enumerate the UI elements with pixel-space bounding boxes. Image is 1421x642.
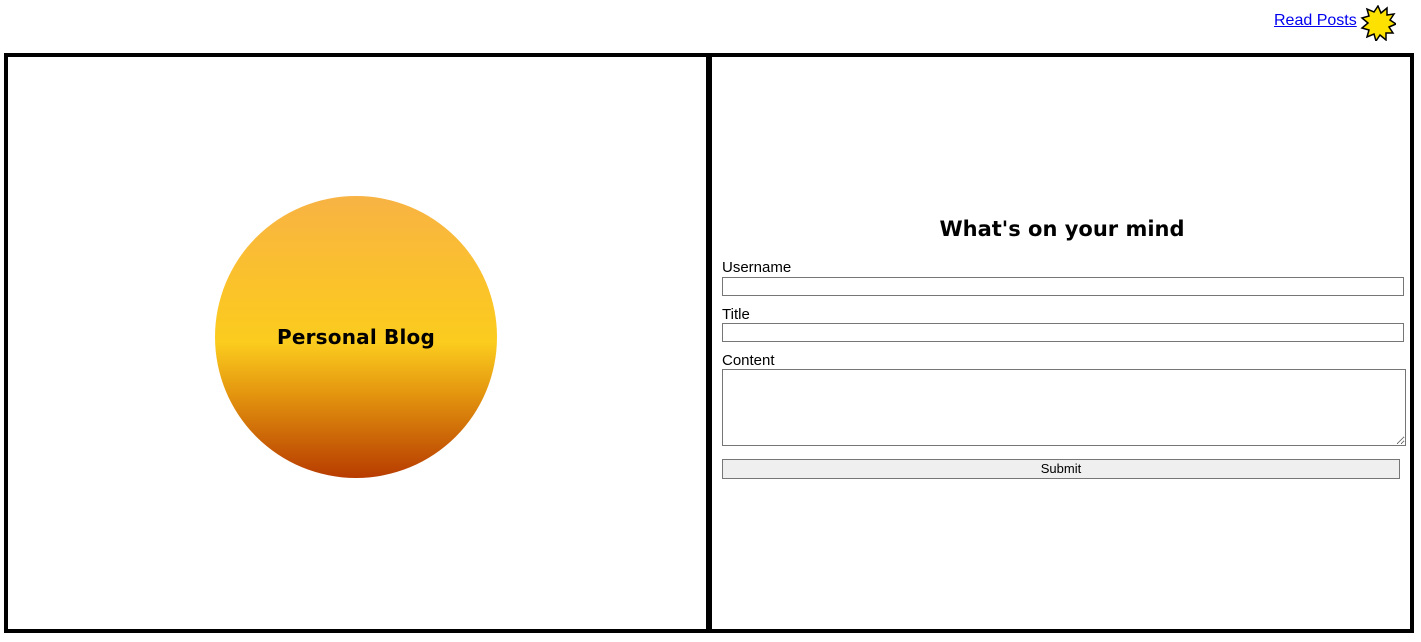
hero-circle: Personal Blog	[215, 196, 497, 478]
post-form-panel: What's on your mind Username Title Conte…	[708, 53, 1414, 633]
sun-icon[interactable]	[1360, 5, 1396, 41]
title-input[interactable]	[722, 323, 1404, 342]
username-input[interactable]	[722, 277, 1404, 296]
blog-title: Personal Blog	[276, 325, 436, 349]
username-label: Username	[722, 259, 792, 276]
submit-button[interactable]: Submit	[722, 459, 1400, 479]
hero-panel: Personal Blog	[4, 53, 710, 633]
content-label: Content	[722, 352, 775, 369]
read-posts-link[interactable]: Read Posts	[1274, 12, 1357, 30]
top-bar: Read Posts	[0, 0, 1421, 48]
title-label: Title	[722, 306, 750, 323]
form-heading: What's on your mind	[939, 217, 1185, 241]
content-textarea[interactable]	[722, 369, 1406, 446]
